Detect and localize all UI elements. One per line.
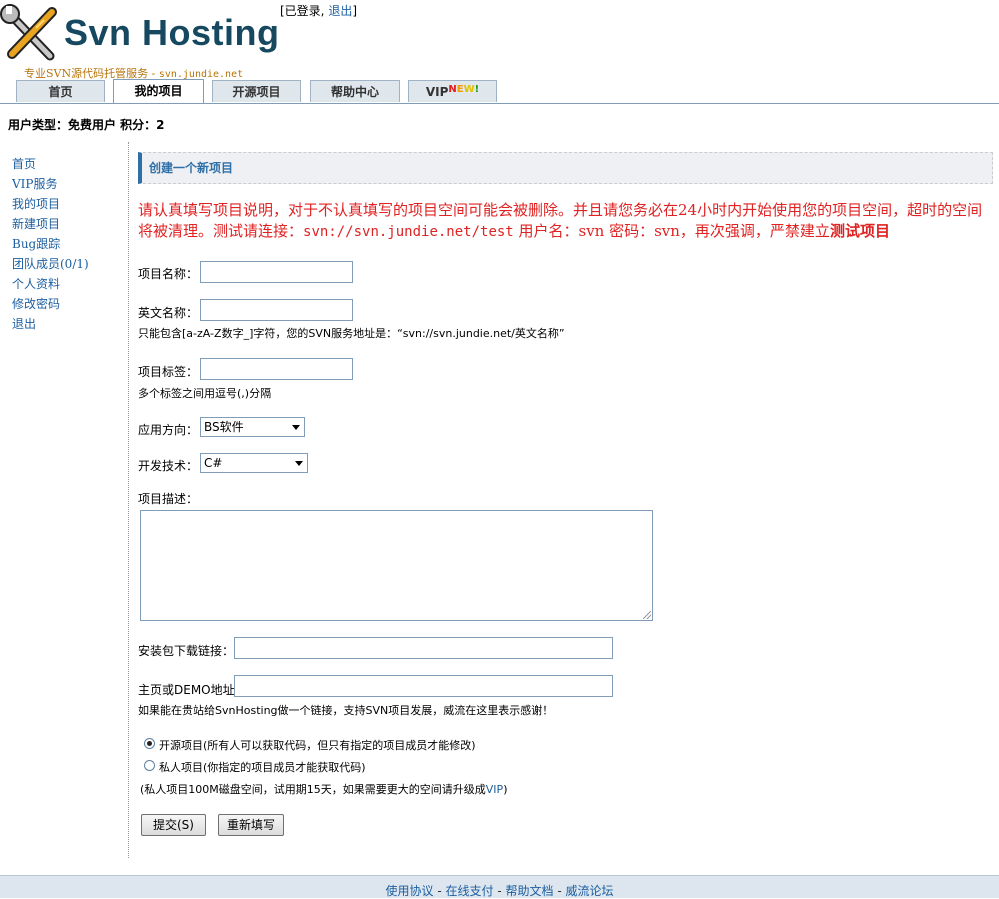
tab-bar-line: [0, 103, 999, 104]
app-direction-value: BS软件: [204, 420, 244, 434]
tab-vip[interactable]: VIPNEW!: [408, 80, 497, 102]
login-status: [已登录, 退出]: [280, 2, 357, 19]
link-support-hint: 如果能在贵站给SvnHosting做一个链接，支持SVN项目发展，威流在这里表示…: [138, 704, 554, 717]
description-label: 项目描述：: [138, 492, 199, 506]
english-name-hint: 只能包含[a-zA-Z数字_]字符，您的SVN服务地址是：“svn://svn.…: [138, 327, 565, 340]
private-note-text: (私人项目100M磁盘空间，试用期15天，如果需要更大的空间请升级成: [140, 783, 486, 796]
warning-bold: 测试项目: [829, 222, 890, 240]
test-repo-url: svn://svn.jundie.net/test: [303, 224, 514, 240]
tech-value: C#: [204, 456, 223, 470]
login-suffix: ]: [352, 4, 358, 18]
sidebar-item-logout[interactable]: 退出: [12, 314, 89, 334]
logo-text: Svn Hosting: [64, 12, 280, 53]
private-note: (私人项目100M磁盘空间，试用期15天，如果需要更大的空间请升级成VIP): [140, 781, 507, 797]
project-name-input[interactable]: [200, 261, 353, 283]
sidebar-item-my-projects[interactable]: 我的项目: [12, 194, 89, 214]
sidebar-item-profile[interactable]: 个人资料: [12, 274, 89, 294]
section-title: 创建一个新项目: [138, 152, 993, 184]
footer-link-forum[interactable]: 威流论坛: [565, 884, 613, 898]
wrench-screwdriver-logo-icon: [0, 4, 57, 61]
download-link-input[interactable]: [234, 637, 613, 659]
footer-link-payment[interactable]: 在线支付: [446, 884, 494, 898]
private-radio[interactable]: [144, 760, 155, 771]
footer-link-help-docs[interactable]: 帮助文档: [505, 884, 553, 898]
tab-home[interactable]: 首页: [16, 80, 105, 102]
footer-links: 使用协议 - 在线支付 - 帮助文档 - 威流论坛: [0, 882, 999, 899]
dropdown-arrow-icon: [295, 461, 303, 466]
logout-link[interactable]: 退出: [328, 4, 352, 18]
footer-separator: -: [553, 884, 566, 898]
private-note-end: ): [503, 783, 508, 796]
tags-label: 项目标签：: [138, 365, 199, 379]
english-name-label: 英文名称：: [138, 306, 199, 320]
open-source-radio-label[interactable]: 开源项目(所有人可以获取代码，但只有指定的项目成员才能修改): [159, 737, 476, 753]
warning-credentials: 用户名：svn 密码：svn，再次强调，严禁建立: [513, 222, 830, 240]
description-textarea[interactable]: [140, 510, 653, 621]
vip-upgrade-link[interactable]: VIP: [486, 783, 503, 796]
new-badge: NEW!: [448, 84, 480, 95]
sidebar-item-home[interactable]: 首页: [12, 154, 89, 174]
open-source-radio[interactable]: [144, 738, 155, 749]
tech-select[interactable]: C#: [200, 453, 308, 473]
sidebar-item-change-password[interactable]: 修改密码: [12, 294, 89, 314]
tab-vip-label: VIP: [425, 85, 449, 99]
english-name-input[interactable]: [200, 299, 353, 321]
footer-link-terms[interactable]: 使用协议: [386, 884, 434, 898]
app-direction-label: 应用方向：: [138, 423, 199, 437]
user-info: 用户类型：免费用户 积分：2: [8, 118, 165, 132]
tags-input[interactable]: [200, 358, 353, 380]
tech-label: 开发技术：: [138, 459, 199, 473]
tab-open-source[interactable]: 开源项目: [212, 80, 301, 102]
dropdown-arrow-icon: [292, 425, 300, 430]
sidebar-item-new-project[interactable]: 新建项目: [12, 214, 89, 234]
download-link-label: 安装包下载链接：: [138, 644, 235, 658]
homepage-input[interactable]: [234, 675, 613, 697]
footer-separator: -: [433, 884, 446, 898]
app-direction-select[interactable]: BS软件: [200, 417, 305, 437]
sidebar-item-team-members[interactable]: 团队成员(0/1): [12, 254, 89, 274]
sidebar-item-vip-service[interactable]: VIP服务: [12, 174, 89, 194]
tags-hint: 多个标签之间用逗号(,)分隔: [138, 387, 272, 400]
resize-grip-icon[interactable]: [643, 611, 651, 619]
sidebar-divider: [128, 142, 129, 858]
homepage-label: 主页或DEMO地址：: [138, 683, 247, 697]
project-name-label: 项目名称：: [138, 267, 199, 281]
sidebar-item-bug-tracking[interactable]: Bug跟踪: [12, 234, 89, 254]
warning-notice: 请认真填写项目说明，对于不认真填写的项目空间可能会被删除。并且请您务必在24小时…: [138, 200, 994, 243]
login-prefix: [已登录,: [280, 4, 325, 18]
tab-my-projects[interactable]: 我的项目: [113, 79, 204, 103]
tab-help-center[interactable]: 帮助中心: [310, 80, 400, 102]
submit-button[interactable]: 提交(S): [141, 814, 206, 836]
private-radio-label[interactable]: 私人项目(你指定的项目成员才能获取代码): [159, 759, 366, 775]
footer-separator: -: [493, 884, 506, 898]
sidebar: 首页 VIP服务 我的项目 新建项目 Bug跟踪 团队成员(0/1) 个人资料 …: [12, 154, 89, 334]
reset-button[interactable]: 重新填写: [218, 814, 284, 836]
